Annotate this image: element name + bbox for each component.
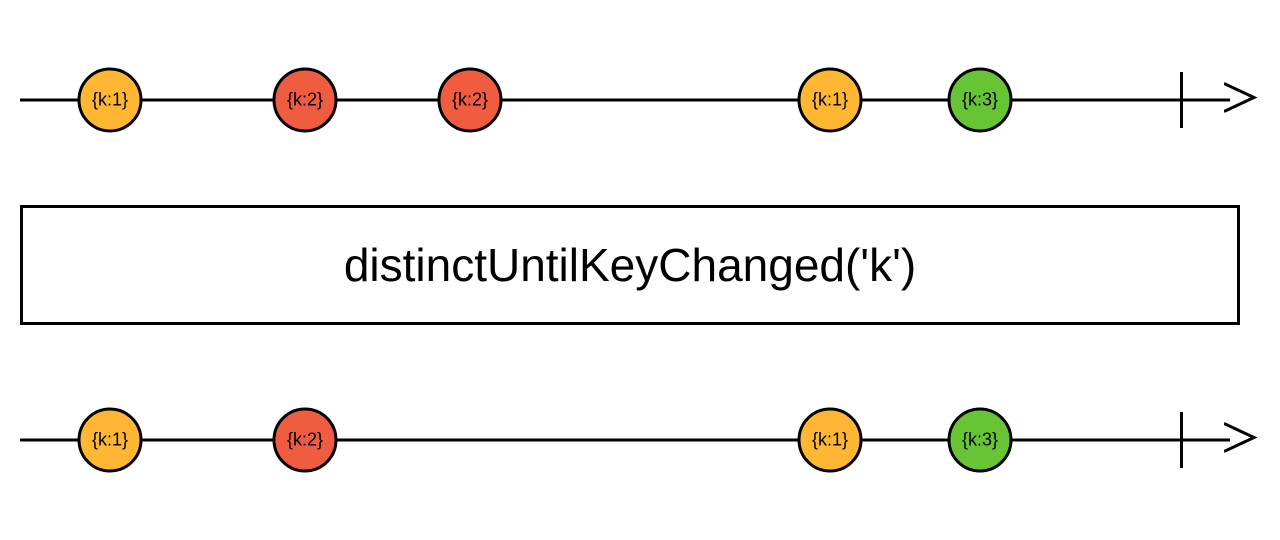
input-marble: {k:1} bbox=[798, 68, 863, 133]
input-marble: {k:2} bbox=[438, 68, 503, 133]
output-complete-tick-icon bbox=[1180, 412, 1183, 468]
input-complete-tick-icon bbox=[1180, 72, 1183, 128]
output-marble: {k:1} bbox=[798, 408, 863, 473]
operator-box: distinctUntilKeyChanged('k') bbox=[20, 205, 1240, 325]
input-marble: {k:3} bbox=[948, 68, 1013, 133]
input-marble: {k:1} bbox=[78, 68, 143, 133]
output-marble: {k:3} bbox=[948, 408, 1013, 473]
input-arrowhead-icon bbox=[1224, 80, 1260, 121]
output-timeline-line bbox=[20, 439, 1230, 442]
input-timeline: {k:1} {k:2} {k:2} {k:1} {k:3} bbox=[20, 60, 1260, 140]
input-marble: {k:2} bbox=[273, 68, 338, 133]
output-timeline: {k:1} {k:2} {k:1} {k:3} bbox=[20, 400, 1260, 480]
operator-label: distinctUntilKeyChanged('k') bbox=[344, 238, 916, 292]
output-arrowhead-icon bbox=[1224, 420, 1260, 461]
input-timeline-line bbox=[20, 99, 1230, 102]
output-marble: {k:2} bbox=[273, 408, 338, 473]
output-marble: {k:1} bbox=[78, 408, 143, 473]
